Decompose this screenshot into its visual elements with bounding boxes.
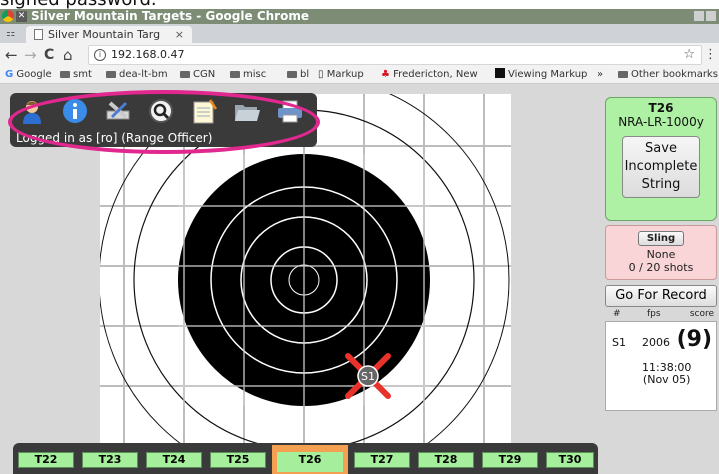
browser-tab[interactable]: Silver Mountain Targ × [26,26,192,43]
go-for-record-button[interactable]: Go For Record [605,285,717,307]
toolbar-highlight-ellipse [8,90,320,154]
target-tab-t23[interactable]: T23 [82,452,138,468]
target-tab-t29[interactable]: T29 [482,452,538,468]
shots-header: # fps score [605,309,717,321]
shot-count: 0 / 20 shots [628,261,694,274]
header-number: # [613,309,621,319]
bookmark-fredericton[interactable]: ♣ Fredericton, New [381,67,478,83]
bookmark-bl[interactable]: bl [287,67,309,83]
target-tab-t30[interactable]: T30 [546,452,594,468]
shot-row[interactable]: S1 2006 (9) 11:38:00 (Nov 05) [605,321,717,411]
folder-icon [106,71,116,78]
save-label-line-2: Incomplete [624,159,698,174]
header-score: score [689,309,714,319]
target-tab-t28[interactable]: T28 [418,452,474,468]
save-label-line-1: Save [645,141,677,156]
bookmark-cgn[interactable]: CGN [180,67,215,83]
minimize-window-button[interactable] [694,11,704,21]
sling-value: None [646,248,676,261]
site-icon [495,68,505,78]
close-window-icon[interactable]: ✕ [16,11,27,22]
other-bookmarks[interactable]: Other bookmarks [618,67,718,83]
shot-score: (9) [676,327,712,352]
shot-timestamp: 11:38:00 (Nov 05) [642,362,691,386]
window-title: Silver Mountain Targets - Google Chrome [31,9,309,23]
forward-button[interactable]: → [24,46,37,64]
target-id: T26 [648,101,674,115]
maximize-window-button[interactable] [706,11,716,21]
bookmark-dea-lt-bm[interactable]: dea-lt-bm [106,67,168,83]
url-text: 192.168.0.47 [111,48,185,61]
folder-icon [618,71,628,78]
target-tab-t26[interactable]: T26 [272,445,348,474]
chrome-icon [2,10,14,22]
bookmark-smt[interactable]: smt [60,67,92,83]
shot-label: S1 [361,370,375,383]
caption-text: signed password. [0,0,157,9]
sling-button[interactable]: Sling [637,231,685,246]
save-incomplete-string-button[interactable]: Save Incomplete String [622,136,700,198]
shot-fps: 2006 [642,336,670,349]
tab-title: Silver Mountain Targ [48,28,161,41]
bookmarks-overflow-icon[interactable]: » [597,67,603,83]
header-fps: fps [647,309,661,319]
target-tab-t24[interactable]: T24 [146,452,202,468]
home-button[interactable]: ⌂ [63,46,73,64]
page-icon: ▯ [318,69,327,80]
target-tab-t25[interactable]: T25 [210,452,266,468]
apps-icon[interactable]: ⚏ [6,28,15,39]
folder-icon [230,71,240,78]
maple-leaf-icon: ♣ [381,69,394,80]
sling-card: Sling None 0 / 20 shots [605,225,717,280]
bookmark-star-icon[interactable]: ☆ [683,46,695,64]
active-target-label: T26 [277,452,343,472]
bookmarks-bar: G Google smt dea-lt-bm CGN misc bl ▯ Mar… [0,67,719,84]
bookmark-misc[interactable]: misc [230,67,266,83]
folder-icon [180,71,190,78]
window-controls [694,11,716,21]
bookmark-markup[interactable]: ▯ Markup [318,67,364,83]
site-info-icon[interactable]: i [94,49,106,61]
shot-date: (Nov 05) [642,373,691,386]
back-button[interactable]: ← [5,46,18,64]
tab-strip: ⚏ Silver Mountain Targ × [0,24,719,43]
window-titlebar: ✕ Silver Mountain Targets - Google Chrom… [0,9,719,24]
page-icon [34,29,43,40]
target-tab-t27[interactable]: T27 [354,452,410,468]
address-bar: ← → C ⌂ i 192.168.0.47 ☆ ⋮ [0,43,719,67]
page-content: S1 Logged in as [ro] (Range Officer) T26… [0,84,719,474]
chrome-menu-icon[interactable]: ⋮ [704,47,717,62]
target-tab-t22[interactable]: T22 [18,452,74,468]
reload-button[interactable]: C [44,46,54,64]
bookmark-viewing-markup[interactable]: Viewing Markup [495,67,587,83]
match-name: NRA-LR-1000y [618,115,704,129]
target-info-card: T26 NRA-LR-1000y Save Incomplete String [605,97,717,221]
folder-icon [60,71,70,78]
bookmark-google[interactable]: G Google [5,67,52,83]
folder-icon [287,71,297,78]
close-tab-icon[interactable]: × [175,26,184,43]
shot-id: S1 [612,336,626,349]
url-input[interactable]: i 192.168.0.47 ☆ [88,45,702,65]
save-label-line-3: String [641,177,681,192]
target-selector-bar: T22 T23 T24 T25 T26 T27 T28 T29 T30 [13,443,598,474]
